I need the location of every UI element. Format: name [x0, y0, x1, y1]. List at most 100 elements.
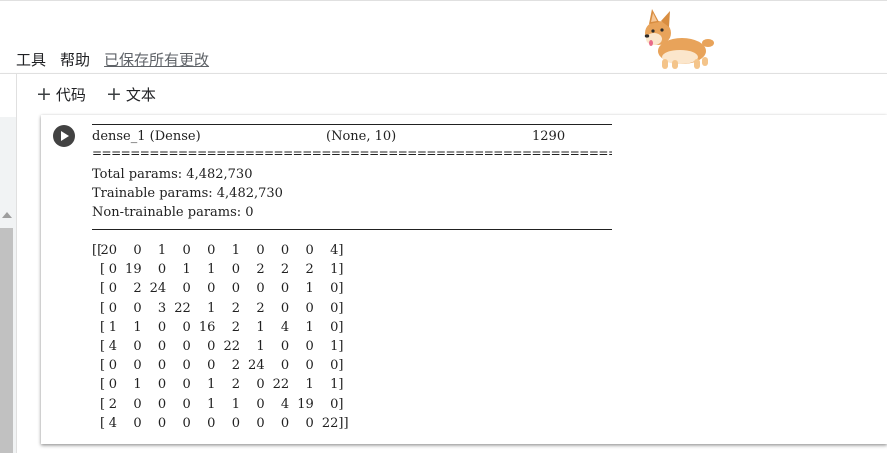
matrix-cell: 19 — [125, 262, 142, 278]
non-trainable-params: Non-trainable params: 0 — [92, 205, 254, 220]
matrix-cell: 19 — [297, 396, 314, 412]
matrix-cell: 1 — [305, 377, 314, 393]
matrix-cell: 1 — [330, 262, 339, 278]
menu-item-tools[interactable]: 工具 — [16, 49, 46, 70]
matrix-cell: 0 — [330, 358, 339, 374]
matrix-cell: 4 — [280, 319, 290, 335]
matrix-cell: 0 — [305, 358, 314, 374]
matrix-bracket: ] — [338, 358, 344, 374]
matrix-cell: 3 — [157, 300, 167, 316]
matrix-cell: 0 — [182, 396, 191, 412]
matrix-cell: 0 — [305, 415, 314, 431]
matrix-cell: 2 — [133, 281, 142, 297]
matrix-cell: 1 — [108, 319, 117, 335]
matrix-cell: 0 — [133, 415, 142, 431]
play-icon — [61, 131, 69, 141]
matrix-cell: 0 — [133, 358, 142, 374]
matrix-bracket: ] — [338, 281, 344, 297]
matrix-row: [0 2 24 0 0 0 0 0 1 0] — [92, 279, 362, 298]
matrix-cell: 1 — [231, 243, 240, 258]
output-divider — [92, 124, 612, 125]
matrix-cell: 0 — [182, 319, 191, 335]
matrix-cell: 0 — [157, 377, 167, 393]
matrix-cell: 0 — [330, 396, 339, 412]
output-divider — [92, 229, 612, 230]
add-text-label: 文本 — [125, 86, 156, 104]
matrix-cell: 0 — [256, 281, 265, 297]
matrix-cell: 0 — [133, 300, 142, 316]
matrix-cell: 2 — [305, 262, 314, 278]
scroll-up-icon[interactable] — [2, 212, 12, 218]
matrix-cell: 0 — [108, 300, 117, 316]
matrix-bracket: ] — [338, 262, 344, 278]
matrix-cell: 16 — [198, 319, 216, 335]
matrix-cell: 2 — [256, 262, 265, 278]
matrix-cell: 2 — [231, 319, 240, 335]
layer-param-count: 1290 — [532, 129, 566, 144]
matrix-cell: 1 — [133, 319, 142, 335]
matrix-cell: 0 — [182, 358, 191, 374]
matrix-cell: 24 — [149, 281, 167, 297]
matrix-cell: 0 — [207, 415, 216, 431]
plus-icon: + — [36, 83, 52, 105]
matrix-cell: 1 — [305, 281, 314, 297]
matrix-cell: 0 — [330, 281, 339, 297]
layer-output-shape: (None, 10) — [326, 129, 397, 144]
menu-item-help[interactable]: 帮助 — [60, 49, 90, 70]
matrix-row: [1 1 0 0 16 2 1 4 1 0] — [92, 318, 362, 337]
matrix-cell: 0 — [256, 243, 265, 258]
matrix-cell: 0 — [305, 300, 314, 316]
matrix-cell: 0 — [157, 358, 167, 374]
matrix-cell: 0 — [157, 415, 167, 431]
matrix-cell: 0 — [256, 396, 265, 412]
confusion-matrix: [[20 0 1 0 0 1 0 0 0 4][0 19 0 1 1 0 2 2 2 1][0 2 24 0 0 0 0 0 1 0]… — [92, 241, 362, 433]
matrix-cell: 0 — [280, 358, 290, 374]
matrix-bracket: ] — [338, 243, 344, 258]
matrix-cell: 0 — [280, 243, 290, 258]
matrix-cell: 2 — [231, 377, 240, 393]
matrix-bracket: ] — [338, 319, 344, 335]
matrix-cell: 0 — [182, 377, 191, 393]
matrix-cell: 0 — [157, 396, 167, 412]
matrix-cell: 0 — [280, 300, 290, 316]
save-status-link[interactable]: 已保存所有更改 — [104, 49, 209, 70]
matrix-row: [[20 0 1 0 0 1 0 0 0 4] — [92, 241, 362, 260]
menu: 工具 帮助 已保存所有更改 — [16, 49, 209, 70]
run-cell-button[interactable] — [53, 125, 75, 147]
gutter-divider — [16, 74, 17, 117]
matrix-cell: 0 — [182, 338, 191, 354]
matrix-cell: 0 — [108, 281, 117, 297]
matrix-row: [0 1 0 0 1 2 0 22 1 1] — [92, 375, 362, 394]
matrix-cell: 22 — [321, 415, 339, 431]
matrix-cell: 0 — [305, 243, 314, 258]
matrix-bracket: ] — [338, 300, 344, 316]
code-cell[interactable]: dense_1 (Dense) (None, 10) 1290 ========… — [41, 115, 887, 444]
matrix-cell: 0 — [157, 319, 167, 335]
menu-bar: 工具 帮助 已保存所有更改 — [0, 0, 887, 74]
trainable-params: Trainable params: 4,482,730 — [92, 186, 283, 201]
notebook-main: dense_1 (Dense) (None, 10) 1290 ========… — [17, 115, 887, 453]
matrix-row: [2 0 0 0 1 1 0 4 19 0] — [92, 395, 362, 414]
matrix-cell: 0 — [330, 319, 339, 335]
matrix-cell: 0 — [280, 415, 290, 431]
matrix-bracket: ] — [338, 396, 344, 412]
matrix-cell: 0 — [231, 262, 240, 278]
matrix-cell: 1 — [256, 338, 265, 354]
matrix-cell: 1 — [256, 319, 265, 335]
matrix-cell: 22 — [174, 300, 191, 316]
scrollbar-thumb[interactable] — [0, 228, 13, 453]
matrix-cell: 0 — [108, 262, 117, 278]
matrix-cell: 1 — [330, 338, 339, 354]
notebook-window: 工具 帮助 已保存所有更改 + 代码 + 文本 dense_1 (Dense) … — [0, 0, 887, 453]
add-text-button[interactable]: + 文本 — [106, 84, 156, 105]
add-code-button[interactable]: + 代码 — [36, 84, 86, 105]
matrix-bracket: ] — [338, 377, 344, 393]
matrix-cell: 0 — [207, 358, 216, 374]
matrix-cell: 0 — [157, 262, 167, 278]
matrix-cell: 0 — [231, 281, 240, 297]
matrix-cell: 2 — [256, 300, 265, 316]
matrix-cell: 22 — [272, 377, 290, 393]
matrix-bracket: ]] — [338, 415, 349, 431]
matrix-row: [0 0 3 22 1 2 2 0 0 0] — [92, 299, 362, 318]
total-params: Total params: 4,482,730 — [92, 167, 253, 182]
